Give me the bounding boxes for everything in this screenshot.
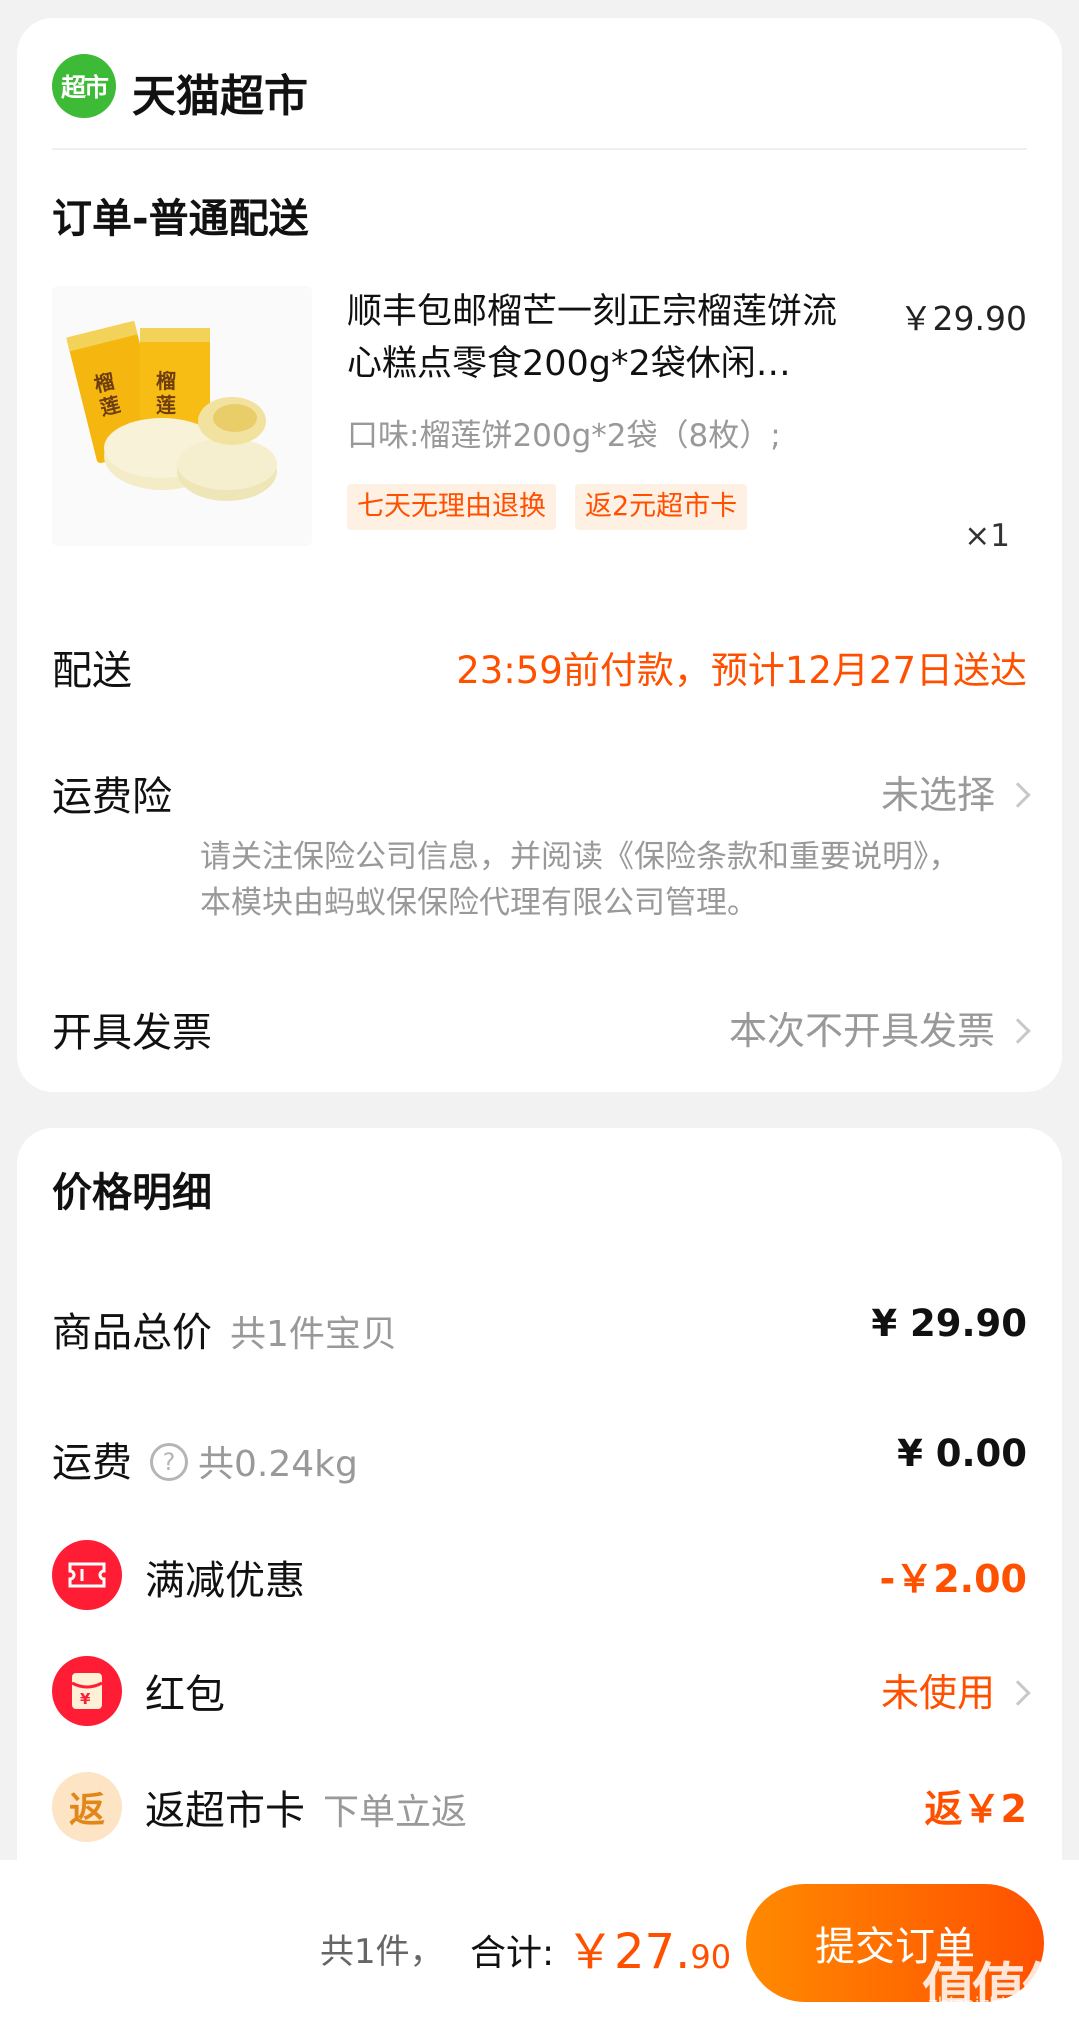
- card-rebate-label: 返超市卡: [145, 1788, 305, 1834]
- price-detail-card: 价格明细 商品总价 共1件宝贝 ¥ 29.90 运费? 共0.24kg ¥ 0.00…: [17, 1128, 1062, 1868]
- goods-total-label: 商品总价: [52, 1310, 212, 1356]
- invoice-selector[interactable]: 本次不开具发票: [728, 1000, 1031, 1055]
- tag-return-policy: 七天无理由退换: [347, 484, 556, 530]
- total-label: 合计:: [470, 1933, 555, 1974]
- shipping-insurance-value: 未选择: [880, 773, 995, 817]
- invoice-label: 开具发票: [52, 1010, 212, 1056]
- shipping-fee-amount: ¥ 0.00: [897, 1432, 1027, 1475]
- invoice-value: 本次不开具发票: [728, 1009, 995, 1053]
- shipping-insurance-selector[interactable]: 未选择: [880, 764, 1031, 819]
- card-rebate-icon: 返: [52, 1772, 122, 1842]
- svg-text:莲: 莲: [156, 393, 176, 417]
- store-name[interactable]: 天猫超市: [132, 60, 308, 124]
- divider: [52, 148, 1027, 150]
- shipping-weight: 共0.24kg: [198, 1444, 358, 1485]
- card-rebate-row: 返超市卡 下单立返: [145, 1778, 467, 1836]
- product-spec[interactable]: 口味:榴莲饼200g*2袋（8枚）;: [347, 410, 781, 455]
- card-rebate-sub: 下单立返: [323, 1792, 468, 1833]
- total-count: 共1件，: [320, 1932, 444, 1972]
- help-icon[interactable]: ?: [150, 1443, 188, 1481]
- svg-text:¥: ¥: [80, 1690, 91, 1708]
- discount-label: 满减优惠: [145, 1558, 305, 1604]
- red-packet-label: 红包: [145, 1672, 225, 1718]
- product-quantity: ×1: [964, 518, 1010, 554]
- chevron-right-icon: [1005, 1018, 1031, 1044]
- total-amount: ￥27.90: [566, 1912, 731, 1982]
- total-amount-cents: 90: [690, 1938, 732, 1976]
- watermark-url: zhizhizhi.com: [928, 1994, 1050, 2015]
- price-detail-title: 价格明细: [52, 1170, 212, 1216]
- chevron-right-icon: [1005, 1680, 1031, 1706]
- tag-card-rebate: 返2元超市卡: [575, 484, 748, 530]
- store-logo: 超市: [52, 54, 116, 118]
- svg-text:榴: 榴: [156, 369, 176, 393]
- delivery-value: 23:59前付款，预计12月27日送达: [456, 649, 1027, 692]
- order-card: 超市 天猫超市 订单-普通配送 榴 莲 榴 莲 顺丰包邮榴芒一刻正宗榴莲饼流心糕…: [17, 18, 1062, 1092]
- total-amount-main: ￥27.: [566, 1924, 691, 1980]
- order-section-title: 订单-普通配送: [52, 196, 309, 242]
- product-price: ￥29.90: [899, 299, 1027, 338]
- red-packet-selector[interactable]: 未使用: [880, 1662, 1031, 1717]
- shipping-fee-label: 运费: [52, 1440, 132, 1486]
- shipping-insurance-label: 运费险: [52, 774, 172, 820]
- goods-total-row: 商品总价 共1件宝贝: [52, 1300, 397, 1358]
- product-title[interactable]: 顺丰包邮榴芒一刻正宗榴莲饼流心糕点零食200g*2袋休闲…: [347, 286, 857, 390]
- coupon-icon: [52, 1540, 122, 1610]
- chevron-right-icon: [1005, 782, 1031, 808]
- goods-total-sub: 共1件宝贝: [230, 1314, 397, 1355]
- shipping-fee-row: 运费? 共0.24kg: [52, 1430, 358, 1488]
- product-image[interactable]: 榴 莲 榴 莲: [52, 286, 312, 546]
- discount-amount: -￥2.00: [879, 1557, 1027, 1601]
- red-packet-icon: ¥: [52, 1656, 122, 1726]
- card-rebate-value: 返￥2: [924, 1787, 1027, 1831]
- insurance-note[interactable]: 请关注保险公司信息，并阅读《保险条款和重要说明》，本模块由蚂蚁保保险代理有限公司…: [200, 834, 980, 926]
- red-packet-value: 未使用: [880, 1671, 995, 1715]
- goods-total-amount: ¥ 29.90: [871, 1302, 1027, 1345]
- delivery-label: 配送: [52, 648, 132, 694]
